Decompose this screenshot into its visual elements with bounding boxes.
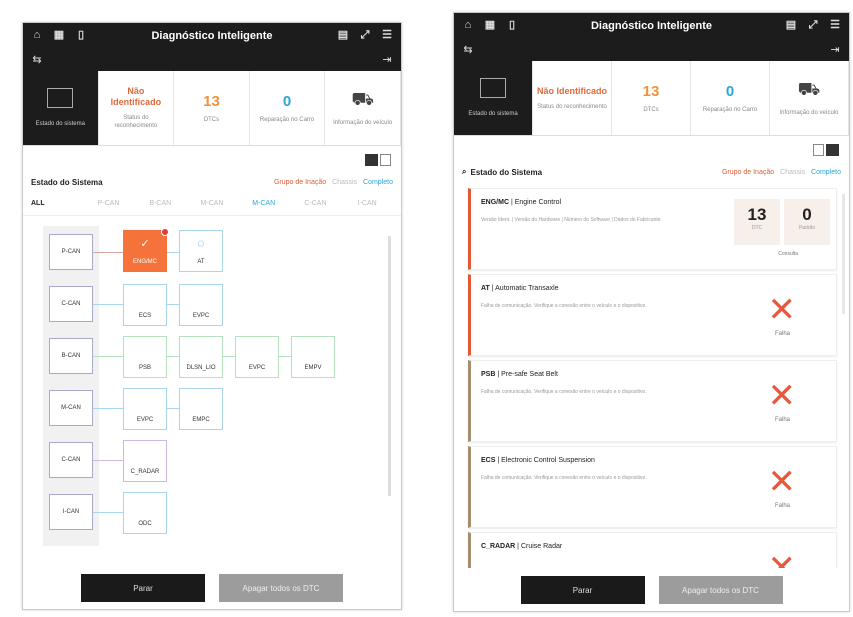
exit-icon[interactable]: ⇥ xyxy=(829,44,841,56)
wifi-icon[interactable]: ⌂ xyxy=(31,29,43,41)
ecu-evpc-m[interactable]: EVPC xyxy=(123,388,167,430)
dtc-count[interactable]: 13 DTC xyxy=(734,199,780,245)
sub-toolbar: ⇆ ⇥ xyxy=(23,49,401,71)
stat-dtc[interactable]: 13 DTCs xyxy=(174,71,250,145)
car-icon: ⛟ xyxy=(351,89,374,109)
list-item[interactable]: PSB | Pre-safe Seat Belt Falha de comuni… xyxy=(468,360,837,442)
tab-p-can[interactable]: P-CAN xyxy=(83,200,135,207)
title-bar: ⌂ ▦ ▯ Diagnóstico Inteligente ▤ ⤢ ☰ xyxy=(23,23,401,49)
car-icon: ⛟ xyxy=(797,79,821,99)
ecu-c-radar[interactable]: C_RADAR xyxy=(123,440,167,482)
app-title: Diagnóstico Inteligente xyxy=(151,30,273,42)
system-state-icon xyxy=(47,88,74,108)
tab-i-can[interactable]: I-CAN xyxy=(341,200,393,207)
scrollbar[interactable] xyxy=(388,236,391,496)
report-icon[interactable]: ▤ xyxy=(337,29,349,41)
bus-i-can[interactable]: I-CAN xyxy=(49,494,93,530)
left-screen: ⌂ ▦ ▯ Diagnóstico Inteligente ▤ ⤢ ☰ ⇆ ⇥ … xyxy=(22,22,402,610)
pending-count[interactable]: 0 Padrão xyxy=(784,199,830,245)
section-title: Estado do Sistema xyxy=(470,167,543,177)
stat-system-state[interactable]: Estado do sistema xyxy=(23,71,99,145)
list-item[interactable]: C_RADAR | Cruise Radar ✕ xyxy=(468,532,837,568)
ecu-eng-mc[interactable]: ✓ ENG/MC xyxy=(123,228,169,272)
stat-dtc[interactable]: 13 DTCs xyxy=(612,61,691,135)
system-state-icon xyxy=(480,78,506,98)
ecu-odc[interactable]: ODC xyxy=(123,492,167,534)
fail-icon: ✕ xyxy=(767,291,797,329)
ecu-evpc[interactable]: EVPC xyxy=(179,284,223,326)
filter-complete[interactable]: Completo xyxy=(363,179,393,186)
stat-repair[interactable]: 0 Reparação no Carro xyxy=(250,71,326,145)
filter-chassis[interactable]: Chassis xyxy=(780,169,805,176)
bus-m-can[interactable]: M-CAN xyxy=(49,390,93,426)
filter-chassis[interactable]: Chassis xyxy=(332,179,357,186)
battery-icon[interactable]: ▯ xyxy=(506,19,518,31)
battery-icon[interactable]: ▯ xyxy=(75,29,87,41)
menu-icon[interactable]: ☰ xyxy=(381,29,393,41)
ecu-dlsn-lio[interactable]: DLSN_LIO xyxy=(179,336,223,378)
stat-repair[interactable]: 0 Reparação no Carro xyxy=(691,61,770,135)
stat-system-state[interactable]: Estado do sistema xyxy=(454,61,533,135)
tab-m-can-2[interactable]: M-CAN xyxy=(238,200,290,207)
ecu-psb[interactable]: PSB xyxy=(123,336,167,378)
ecu-ecs[interactable]: ECS xyxy=(123,284,167,326)
check-icon: ✓ xyxy=(140,238,150,250)
fail-icon: ✕ xyxy=(767,463,797,501)
clear-dtc-button[interactable]: Apagar todos os DTC xyxy=(658,576,783,604)
list-item[interactable]: ENG/MC | Engine Control Versão Ident. | … xyxy=(468,188,837,270)
ecu-list: ENG/MC | Engine Control Versão Ident. | … xyxy=(454,188,849,568)
search-icon[interactable]: ⌕ xyxy=(462,167,466,177)
stat-recognition[interactable]: Não Identificado Status do reconheciment… xyxy=(99,71,175,145)
app-title: Diagnóstico Inteligente xyxy=(590,20,712,32)
ecu-at[interactable]: ◌ AT xyxy=(179,230,223,272)
section-title: Estado do Sistema xyxy=(31,177,103,187)
loading-icon: ◌ xyxy=(197,236,205,250)
fail-icon: ✕ xyxy=(767,377,797,415)
stat-recognition[interactable]: Não Identificado Status do reconheciment… xyxy=(533,61,612,135)
filter-complete[interactable]: Completo xyxy=(811,169,841,176)
filter-group[interactable]: Grupo de Inação xyxy=(274,179,326,186)
topology-map: P-CAN ✓ ENG/MC ◌ AT C-CAN ECS EVPC B-CAN… xyxy=(23,216,401,546)
exit-icon[interactable]: ⇥ xyxy=(381,54,393,66)
bus-c-can[interactable]: C-CAN xyxy=(49,286,93,322)
bus-p-can[interactable]: P-CAN xyxy=(49,234,93,270)
right-screen: ⌂ ▦ ▯ Diagnóstico Inteligente ▤ ⤢ ☰ ⇆ ⇥ … xyxy=(453,12,850,612)
vci-icon[interactable]: ▦ xyxy=(53,29,65,41)
tab-all[interactable]: ALL xyxy=(31,200,83,207)
back-icon[interactable]: ⇆ xyxy=(31,54,43,66)
tab-c-can[interactable]: C-CAN xyxy=(290,200,342,207)
filter-group[interactable]: Grupo de Inação xyxy=(722,169,774,176)
fail-icon: ✕ xyxy=(767,549,797,568)
fullscreen-icon[interactable]: ⤢ xyxy=(359,29,371,41)
back-icon[interactable]: ⇆ xyxy=(462,44,474,56)
wifi-icon[interactable]: ⌂ xyxy=(462,19,474,31)
view-toggle-icon[interactable] xyxy=(365,154,391,166)
tab-b-can[interactable]: B-CAN xyxy=(134,200,186,207)
report-icon[interactable]: ▤ xyxy=(785,19,797,31)
bus-b-can[interactable]: B-CAN xyxy=(49,338,93,374)
title-bar: ⌂ ▦ ▯ Diagnóstico Inteligente ▤ ⤢ ☰ xyxy=(454,13,849,39)
bus-tabs: ALL P-CAN B-CAN M-CAN M-CAN C-CAN I-CAN xyxy=(23,192,401,216)
stat-vehicle-info[interactable]: ⛟ Informação do veículo xyxy=(770,61,849,135)
fullscreen-icon[interactable]: ⤢ xyxy=(807,19,819,31)
tab-m-can[interactable]: M-CAN xyxy=(186,200,238,207)
stats-row: Estado do sistema Não Identificado Statu… xyxy=(454,61,849,136)
bus-c-can-2[interactable]: C-CAN xyxy=(49,442,93,478)
ecu-empv[interactable]: EMPV xyxy=(291,336,335,378)
error-badge xyxy=(161,228,169,236)
list-item[interactable]: ECS | Electronic Control Suspension Falh… xyxy=(468,446,837,528)
ecu-evpc-b[interactable]: EVPC xyxy=(235,336,279,378)
sub-toolbar: ⇆ ⇥ xyxy=(454,39,849,61)
list-item[interactable]: AT | Automatic Transaxle Falha de comuni… xyxy=(468,274,837,356)
clear-dtc-button[interactable]: Apagar todos os DTC xyxy=(219,574,343,602)
stop-button[interactable]: Parar xyxy=(520,576,645,604)
vci-icon[interactable]: ▦ xyxy=(484,19,496,31)
stat-vehicle-info[interactable]: ⛟ Informação do veículo xyxy=(325,71,401,145)
scrollbar[interactable] xyxy=(842,194,845,314)
stats-row: Estado do sistema Não Identificado Statu… xyxy=(23,71,401,146)
ecu-empc[interactable]: EMPC xyxy=(179,388,223,430)
stop-button[interactable]: Parar xyxy=(81,574,205,602)
menu-icon[interactable]: ☰ xyxy=(829,19,841,31)
view-toggle-icon[interactable] xyxy=(813,144,839,156)
